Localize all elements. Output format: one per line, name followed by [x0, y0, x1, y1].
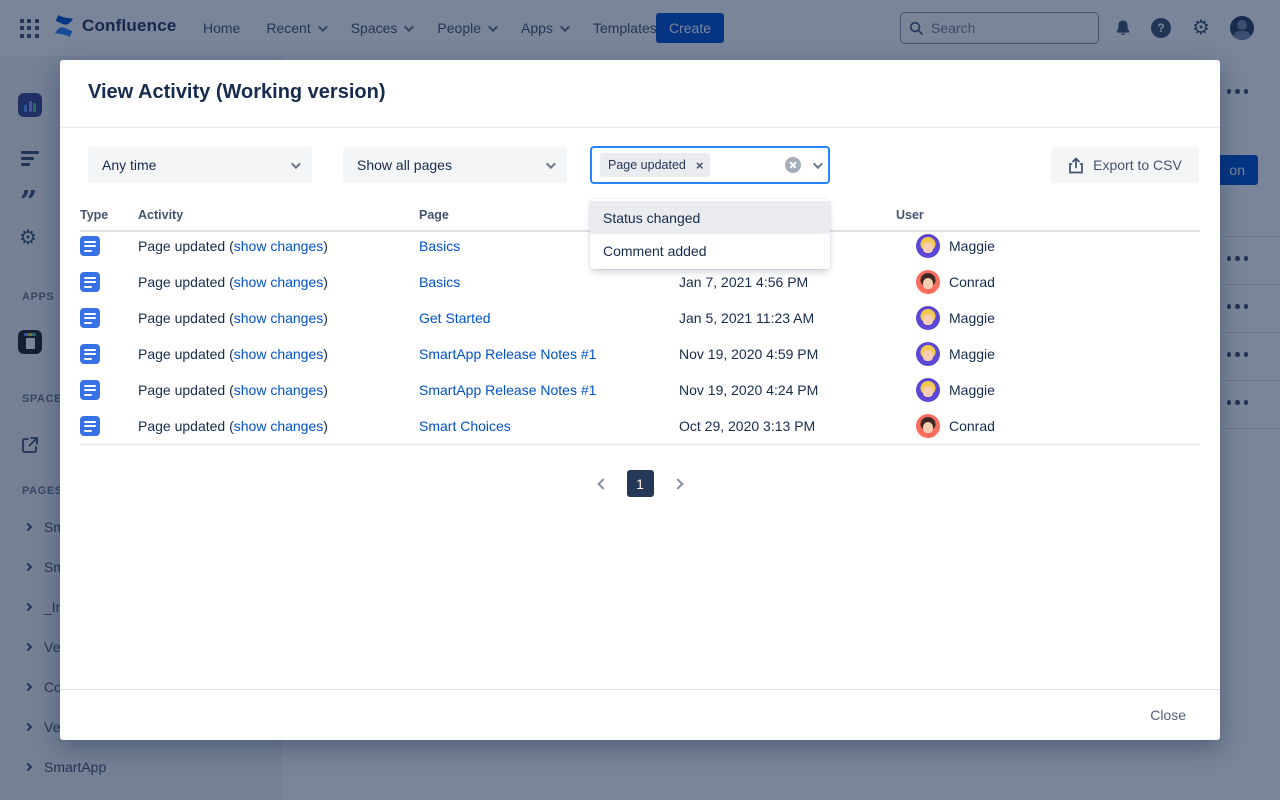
- show-changes-link[interactable]: show changes: [234, 310, 324, 326]
- clear-all-icon[interactable]: [785, 157, 801, 173]
- activity-type-multiselect[interactable]: Page updated ×: [590, 146, 830, 184]
- date-cell: Jan 5, 2021 11:23 AM: [679, 300, 814, 336]
- activity-cell: Page updated (show changes): [138, 228, 328, 264]
- view-activity-modal: View Activity (Working version) Any time…: [60, 60, 1220, 740]
- filter-chip-page-updated: Page updated ×: [600, 153, 710, 177]
- page-link[interactable]: Smart Choices: [419, 418, 511, 434]
- user-cell: Maggie: [916, 300, 995, 336]
- show-changes-link[interactable]: show changes: [234, 274, 324, 290]
- user-avatar: [916, 270, 940, 294]
- menu-option-status-changed[interactable]: Status changed: [590, 201, 830, 234]
- page-type-icon[interactable]: [80, 416, 100, 436]
- date-cell: Nov 19, 2020 4:24 PM: [679, 372, 818, 408]
- page-link[interactable]: Basics: [419, 238, 460, 254]
- export-icon: [1068, 157, 1084, 174]
- user-cell: Maggie: [916, 372, 995, 408]
- date-cell: Oct 29, 2020 3:13 PM: [679, 408, 815, 444]
- chevron-down-icon[interactable]: [813, 159, 823, 169]
- activity-cell: Page updated (show changes): [138, 300, 328, 336]
- page-link[interactable]: SmartApp Release Notes #1: [419, 346, 596, 362]
- user-cell: Conrad: [916, 408, 995, 444]
- previous-page-icon[interactable]: [597, 478, 608, 489]
- page-type-icon[interactable]: [80, 380, 100, 400]
- user-avatar: [916, 378, 940, 402]
- chip-remove-icon[interactable]: ×: [693, 158, 707, 173]
- table-row: Page updated (show changes) SmartApp Rel…: [80, 336, 1200, 372]
- column-header-type: Type: [80, 208, 108, 222]
- next-page-icon[interactable]: [672, 478, 683, 489]
- user-avatar: [916, 306, 940, 330]
- user-cell: Maggie: [916, 228, 995, 264]
- user-cell: Maggie: [916, 336, 995, 372]
- table-row: Page updated (show changes) Basics Jan 7…: [80, 264, 1200, 300]
- show-changes-link[interactable]: show changes: [234, 382, 324, 398]
- table-row: Page updated (show changes) Get Started …: [80, 300, 1200, 336]
- divider: [80, 444, 1200, 445]
- current-page-button[interactable]: 1: [627, 470, 654, 497]
- activity-type-dropdown-menu: Status changed Comment added: [590, 199, 830, 269]
- divider: [60, 127, 1220, 128]
- user-avatar: [916, 234, 940, 258]
- page-link[interactable]: Get Started: [419, 310, 491, 326]
- pages-filter-select[interactable]: Show all pages: [343, 147, 567, 183]
- column-header-user: User: [896, 208, 924, 222]
- time-filter-select[interactable]: Any time: [88, 147, 312, 183]
- column-header-activity: Activity: [138, 208, 183, 222]
- activity-cell: Page updated (show changes): [138, 372, 328, 408]
- chevron-down-icon: [546, 159, 556, 169]
- page-type-icon[interactable]: [80, 272, 100, 292]
- activity-cell: Page updated (show changes): [138, 264, 328, 300]
- filter-bar: Any time Show all pages Page updated ×: [60, 147, 1220, 185]
- page-type-icon[interactable]: [80, 344, 100, 364]
- pagination: 1: [60, 470, 1220, 497]
- page: Confluence Home Recent Spaces People App…: [0, 0, 1280, 800]
- menu-option-comment-added[interactable]: Comment added: [590, 234, 830, 267]
- close-button[interactable]: Close: [1150, 707, 1186, 723]
- modal-footer: Close: [60, 689, 1220, 740]
- user-avatar: [916, 342, 940, 366]
- table-row: Page updated (show changes) Smart Choice…: [80, 408, 1200, 444]
- export-csv-button[interactable]: Export to CSV: [1051, 147, 1199, 183]
- chevron-down-icon: [291, 159, 301, 169]
- page-type-icon[interactable]: [80, 308, 100, 328]
- activity-cell: Page updated (show changes): [138, 336, 328, 372]
- column-header-page: Page: [419, 208, 449, 222]
- page-type-icon[interactable]: [80, 236, 100, 256]
- table-row: Page updated (show changes) SmartApp Rel…: [80, 372, 1200, 408]
- date-cell: Jan 7, 2021 4:56 PM: [679, 264, 808, 300]
- show-changes-link[interactable]: show changes: [234, 418, 324, 434]
- page-link[interactable]: Basics: [419, 274, 460, 290]
- user-cell: Conrad: [916, 264, 995, 300]
- show-changes-link[interactable]: show changes: [234, 238, 324, 254]
- page-link[interactable]: SmartApp Release Notes #1: [419, 382, 596, 398]
- date-cell: Nov 19, 2020 4:59 PM: [679, 336, 818, 372]
- user-avatar: [916, 414, 940, 438]
- modal-title: View Activity (Working version): [88, 81, 385, 104]
- activity-cell: Page updated (show changes): [138, 408, 328, 444]
- show-changes-link[interactable]: show changes: [234, 346, 324, 362]
